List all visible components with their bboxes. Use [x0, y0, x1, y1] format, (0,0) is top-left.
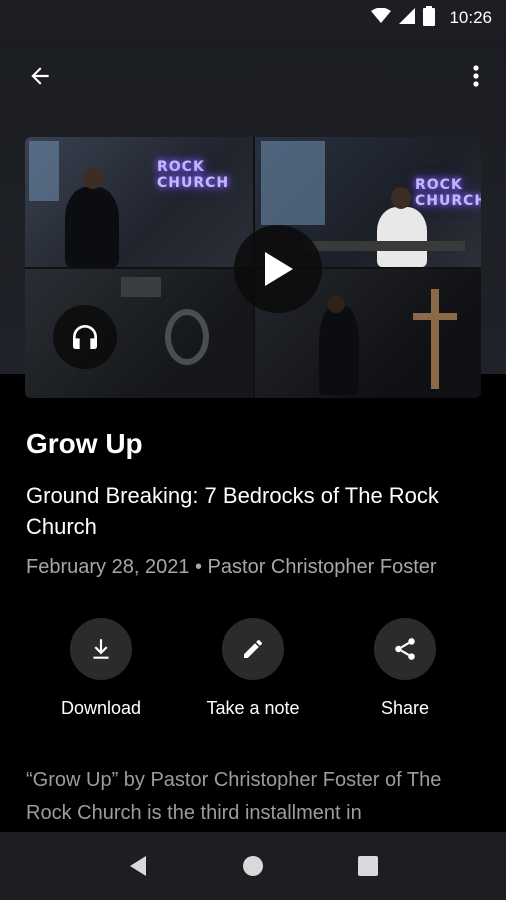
- nav-home-button[interactable]: [233, 846, 273, 886]
- square-recents-icon: [358, 856, 379, 876]
- action-row: Download Take a note Share: [0, 618, 506, 728]
- cell-signal-icon: [399, 7, 416, 29]
- take-note-circle[interactable]: [222, 618, 284, 680]
- share-label: Share: [380, 698, 430, 718]
- episode-description: “Grow Up” by Pastor Christopher Foster o…: [26, 769, 442, 824]
- episode-meta: February 28, 2021 • Pastor Christopher F…: [26, 556, 437, 578]
- battery-icon: [423, 5, 436, 31]
- download-label: Download: [60, 698, 142, 718]
- share-circle[interactable]: [374, 618, 436, 680]
- status-bar: 10:26: [0, 0, 506, 36]
- episode-title: Grow Up: [26, 428, 143, 459]
- back-button[interactable]: [24, 60, 56, 92]
- arrow-left-icon: [31, 67, 49, 85]
- download-circle[interactable]: [70, 618, 132, 680]
- more-options-button[interactable]: [464, 60, 488, 92]
- headphones-icon: [73, 325, 97, 349]
- video-tile: ROCK CHURCH: [25, 137, 253, 267]
- take-note-button[interactable]: Take a note: [178, 618, 328, 719]
- play-button[interactable]: [234, 225, 322, 313]
- share-icon: [395, 638, 415, 660]
- pencil-icon: [244, 639, 262, 658]
- series-title: Ground Breaking: 7 Bedrocks of The Rock …: [26, 483, 439, 539]
- listen-audio-button[interactable]: [53, 305, 117, 369]
- status-time: 10:26: [449, 8, 492, 27]
- triangle-back-icon: [129, 856, 146, 876]
- circle-home-icon: [242, 856, 263, 876]
- nav-recents-button[interactable]: [348, 846, 388, 886]
- system-nav-bar: [0, 832, 506, 900]
- sermon-video-thumbnail[interactable]: ROCK CHURCH ROCK CHURCH: [25, 137, 481, 398]
- more-vert-icon: [473, 65, 479, 87]
- wifi-icon: [371, 7, 392, 29]
- download-button[interactable]: Download: [26, 618, 176, 719]
- nav-back-button[interactable]: [118, 846, 158, 886]
- app-bar: [0, 50, 506, 98]
- play-icon: [265, 252, 293, 286]
- take-note-label: Take a note: [206, 698, 300, 718]
- share-button[interactable]: Share: [330, 618, 480, 719]
- download-icon: [93, 639, 109, 659]
